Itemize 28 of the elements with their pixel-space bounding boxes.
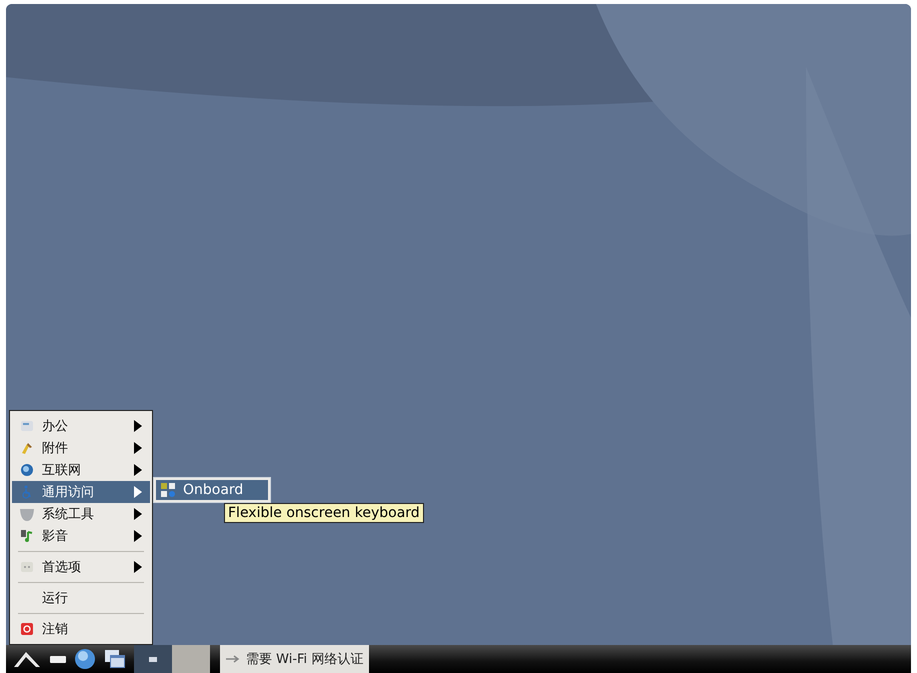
menu-item[interactable]: 互联网 [12,459,150,481]
desktop-switch[interactable] [134,645,172,673]
desktop-switch[interactable] [172,645,210,673]
menu-item[interactable]: Onboard [156,480,268,500]
bowl-icon [20,507,34,521]
menu-item[interactable]: 首选项 [12,556,150,578]
tooltip: Flexible onscreen keyboard [224,503,424,523]
globe-icon[interactable] [74,648,96,670]
window-thumbnail-icon [149,656,157,662]
menu-item[interactable]: 通用访问 [12,481,150,503]
music-icon [20,529,34,543]
notification[interactable]: 需要 Wi-Fi 网络认证 [220,645,370,673]
windows-icon[interactable] [104,649,126,669]
globe-icon [20,463,34,477]
document-icon [20,419,34,433]
notification-text: 需要 Wi-Fi 网络认证 [246,651,364,668]
drive-icon[interactable] [50,654,66,664]
menu-item[interactable]: 影音 [12,525,150,547]
arrow-icon [226,655,242,663]
settings-icon [20,560,34,574]
menu-item[interactable]: 系统工具 [12,503,150,525]
menu-item[interactable]: 运行 [12,587,150,609]
keyboard-icon [161,483,175,497]
menu-item[interactable]: 注销 [12,618,150,640]
menu-item[interactable]: 附件 [12,437,150,459]
menu-item[interactable]: 办公 [12,415,150,437]
power-icon [20,622,34,636]
tools-icon [20,441,34,455]
